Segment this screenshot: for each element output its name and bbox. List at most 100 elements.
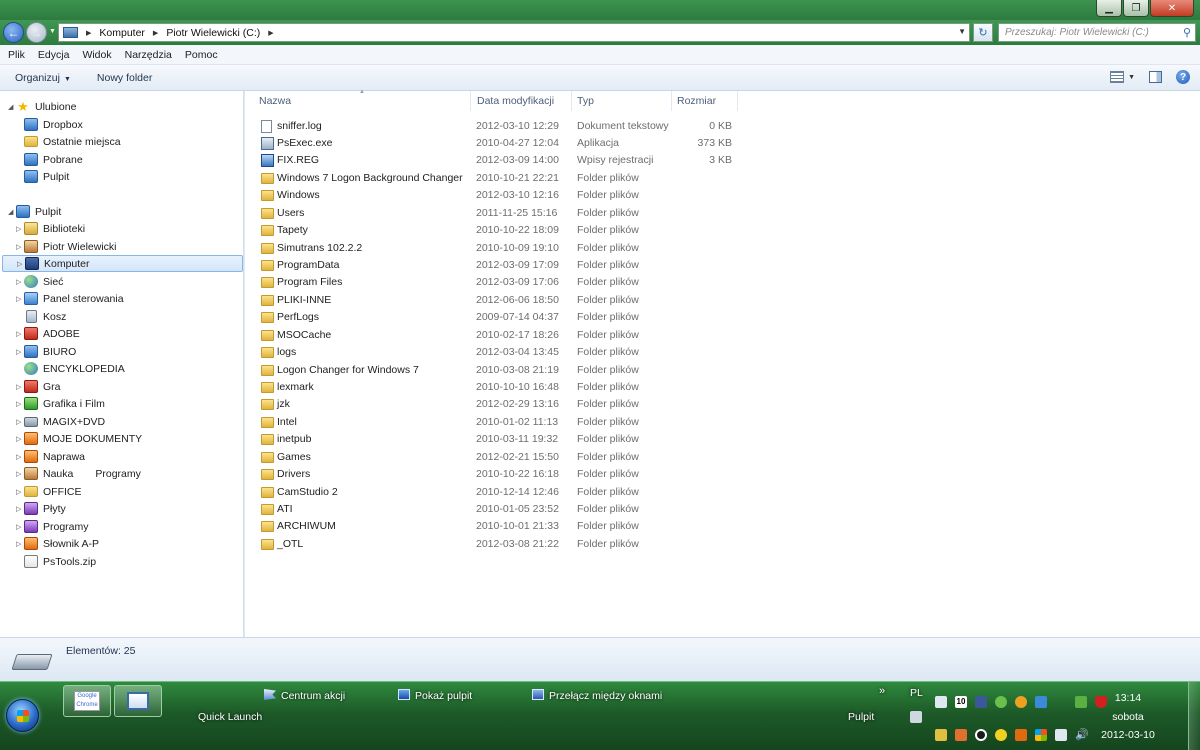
switch-windows-shortcut[interactable]: Przełącz między oknami <box>532 689 662 702</box>
breadcrumb-computer[interactable]: Komputer <box>99 27 145 39</box>
breadcrumb-separator-icon[interactable]: ▶ <box>153 29 158 37</box>
nav-item-repair[interactable]: ▷ Naprawa <box>16 448 85 465</box>
expand-arrow-icon[interactable]: ▷ <box>16 383 24 391</box>
nav-item-pstools-zip[interactable]: PsTools.zip <box>24 553 96 570</box>
nav-item-libraries[interactable]: ▷ Biblioteki <box>16 220 85 237</box>
volume-icon[interactable]: 🔊 <box>1075 729 1089 741</box>
smiley-tray-icon[interactable] <box>995 729 1007 741</box>
help-icon[interactable]: ? <box>1176 70 1190 84</box>
nav-item-graphics[interactable]: ▷ Grafika i Film <box>16 395 105 412</box>
minimize-button[interactable]: ▁ <box>1096 0 1122 17</box>
network-tray-icon[interactable] <box>1055 729 1067 741</box>
column-header-size[interactable]: Rozmiar <box>672 91 738 111</box>
nav-item-network[interactable]: ▷ Sieć <box>16 273 63 290</box>
file-row[interactable]: Users 2011-11-25 15:16 Folder plików <box>259 204 979 221</box>
file-row[interactable]: ARCHIWUM 2010-10-01 21:33 Folder plików <box>259 517 979 534</box>
expand-arrow-icon[interactable]: ▷ <box>16 540 24 548</box>
nav-item-discs[interactable]: ▷ Płyty <box>16 500 66 517</box>
file-row[interactable]: Simutrans 102.2.2 2010-10-09 19:10 Folder … <box>259 239 979 256</box>
nav-item-programs[interactable]: ▷ Programy <box>16 518 89 535</box>
file-row[interactable]: FIX.REG 2012-03-09 14:00 Wpisy rejestracji… <box>259 151 979 168</box>
expand-arrow-icon[interactable]: ◢ <box>8 103 16 111</box>
back-button[interactable]: ← <box>3 22 24 43</box>
file-row[interactable]: inetpub 2010-03-11 19:32 Folder plików <box>259 430 979 447</box>
expand-arrow-icon[interactable]: ▷ <box>17 260 25 268</box>
file-row[interactable]: Program Files 2012-03-09 17:06 Folder plik… <box>259 273 979 290</box>
expand-arrow-icon[interactable]: ▷ <box>16 523 24 531</box>
file-row[interactable]: Drivers 2010-10-22 16:18 Folder plików <box>259 465 979 482</box>
preview-pane-icon[interactable] <box>1149 71 1162 83</box>
expand-arrow-icon[interactable]: ▷ <box>16 348 24 356</box>
nav-item-control-panel[interactable]: ▷ Panel sterowania <box>16 290 124 307</box>
file-row[interactable]: sniffer.log 2012-03-10 12:29 Dokument teks… <box>259 117 979 134</box>
green-tray-icon[interactable] <box>995 696 1007 708</box>
taskbar-explorer-button[interactable] <box>114 685 162 717</box>
file-row[interactable]: Logon Changer for Windows 7 2010-03-08 21… <box>259 361 979 378</box>
column-header-type[interactable]: Typ <box>572 91 672 111</box>
column-header-date[interactable]: Data modyfikacji <box>471 91 572 111</box>
expand-arrow-icon[interactable]: ▷ <box>16 400 24 408</box>
menu-edit[interactable]: Edycja <box>38 49 70 61</box>
start-button[interactable] <box>6 699 39 732</box>
expand-arrow-icon[interactable]: ▷ <box>16 470 24 478</box>
nav-item-dictionary[interactable]: ▷ Słownik A-P <box>16 535 99 552</box>
file-row[interactable]: Intel 2010-01-02 11:13 Folder plików <box>259 413 979 430</box>
quick-launch-toolbar[interactable]: Quick Launch <box>198 711 262 723</box>
expand-arrow-icon[interactable]: ◢ <box>8 208 16 216</box>
desktop-toolbar[interactable]: Pulpit <box>848 711 874 723</box>
file-row[interactable]: PLIKI-INNE 2012-06-06 18:50 Folder plików <box>259 291 979 308</box>
calendar-tray-icon[interactable]: 10 <box>955 696 967 708</box>
folder-tray-icon[interactable] <box>935 729 947 741</box>
toolbar-chevron-icon[interactable]: » <box>879 685 885 697</box>
address-field[interactable]: ▶ Komputer ▶ Piotr Wielewicki (C:) ▶ ▼ <box>58 23 970 42</box>
show-desktop-shortcut[interactable]: Pokaż pulpit <box>398 689 472 702</box>
nav-item-dropbox[interactable]: Dropbox <box>24 116 83 133</box>
expand-arrow-icon[interactable]: ▷ <box>16 488 24 496</box>
taskbar-chrome-button[interactable]: Google Chrome <box>63 685 111 717</box>
file-row[interactable]: MSOCache 2010-02-17 18:26 Folder plików <box>259 326 979 343</box>
new-folder-button[interactable]: Nowy folder <box>97 72 152 84</box>
recent-pages-dropdown[interactable]: ▼ <box>49 28 56 35</box>
facebook-icon[interactable] <box>975 696 987 708</box>
action-center-shortcut[interactable]: Centrum akcji <box>264 689 345 702</box>
nav-item-biuro[interactable]: ▷ BIURO <box>16 343 76 360</box>
nav-item-office[interactable]: ▷ OFFICE <box>16 483 82 500</box>
breadcrumb-separator-icon[interactable]: ▶ <box>268 29 273 37</box>
file-row[interactable]: ProgramData 2012-03-09 17:09 Folder plików <box>259 256 979 273</box>
file-row[interactable]: PsExec.exe 2010-04-27 12:04 Aplikacja 373 K… <box>259 134 979 151</box>
clock-day[interactable]: sobota <box>1088 711 1168 723</box>
expand-arrow-icon[interactable]: ▷ <box>16 453 24 461</box>
search-input[interactable]: Przeszukaj: Piotr Wielewicki (C:) ⚲ <box>998 23 1196 42</box>
clock-date[interactable]: 2012-03-10 <box>1088 729 1168 741</box>
file-row[interactable]: Games 2012-02-21 15:50 Folder plików <box>259 448 979 465</box>
mail-icon[interactable] <box>935 696 947 708</box>
expand-arrow-icon[interactable]: ▷ <box>16 418 24 426</box>
menu-tools[interactable]: Narzędzia <box>125 49 172 61</box>
refresh-button[interactable]: ↻ <box>973 23 993 42</box>
view-options-dropdown-icon[interactable]: ▼ <box>1128 74 1135 81</box>
file-row[interactable]: ATI 2010-01-05 23:52 Folder plików <box>259 500 979 517</box>
file-row[interactable]: Windows 2012-03-10 12:16 Folder plików <box>259 186 979 203</box>
expand-arrow-icon[interactable]: ▷ <box>16 330 24 338</box>
expand-arrow-icon[interactable]: ▷ <box>16 505 24 513</box>
nav-item-user[interactable]: ▷ Piotr Wielewicki <box>16 238 117 255</box>
expand-arrow-icon[interactable]: ▷ <box>16 278 24 286</box>
menu-file[interactable]: Plik <box>8 49 25 61</box>
breadcrumb-separator-icon[interactable]: ▶ <box>86 29 91 37</box>
update-icon[interactable] <box>1075 696 1087 708</box>
show-desktop-button[interactable] <box>1188 682 1200 750</box>
nav-item-magix[interactable]: ▷ MAGIX+DVD <box>16 413 105 430</box>
file-row[interactable]: Tapety 2010-10-22 18:09 Folder plików <box>259 221 979 238</box>
breadcrumb-drive-c[interactable]: Piotr Wielewicki (C:) <box>166 27 260 39</box>
file-row[interactable]: Windows 7 Logon Background Changer 2010-1… <box>259 169 979 186</box>
change-view-icon[interactable] <box>1110 71 1125 83</box>
file-row[interactable]: jzk 2012-02-29 13:16 Folder plików <box>259 395 979 412</box>
sun-icon[interactable] <box>1015 696 1027 708</box>
orange-tray-icon[interactable] <box>1015 729 1027 741</box>
nav-item-my-documents[interactable]: ▷ MOJE DOKUMENTY <box>16 430 142 447</box>
forward-button[interactable]: → <box>26 22 47 43</box>
windows-tray-icon[interactable] <box>1035 729 1047 741</box>
nav-item-computer[interactable]: ▷ Komputer <box>2 255 243 273</box>
nav-item-adobe[interactable]: ▷ ADOBE <box>16 325 80 342</box>
expand-arrow-icon[interactable]: ▷ <box>16 243 24 251</box>
